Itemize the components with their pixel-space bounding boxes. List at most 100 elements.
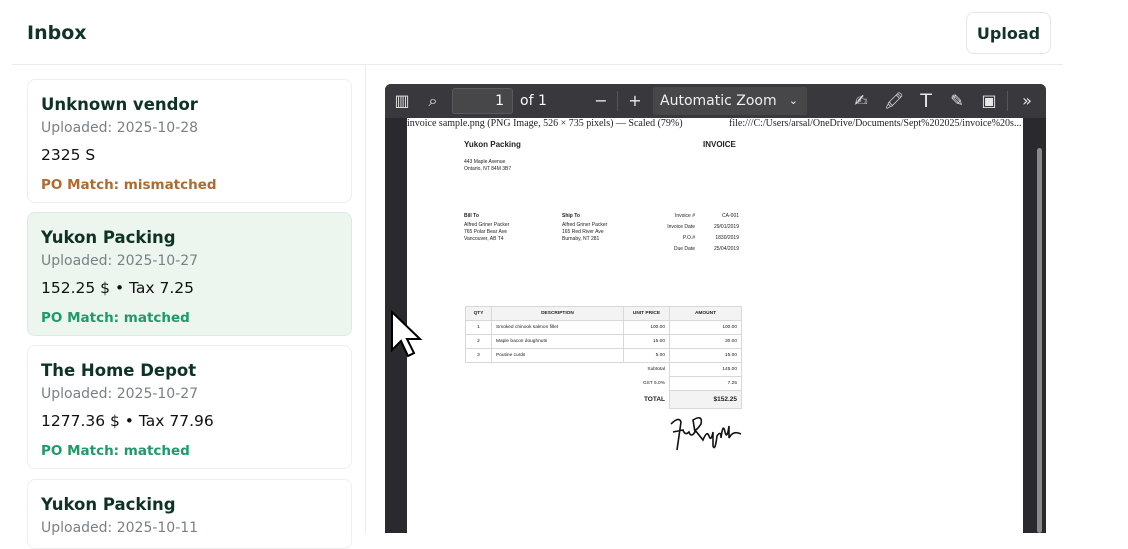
page-count: of 1 [520, 93, 547, 109]
ship-to-label: Ship To [562, 213, 580, 219]
po-match-status: PO Match: mismatched [41, 177, 217, 193]
table-row: GST 5.0% 7.25 [466, 376, 742, 391]
signature-image [670, 416, 742, 451]
table-cell: Smoked chinook salmon fillet [491, 320, 624, 335]
draw-icon[interactable]: ✎ [947, 91, 967, 111]
table-row: Subtotal 145.00 [466, 362, 742, 377]
column-header: QTY [465, 306, 492, 321]
meta-label: Invoice # [674, 213, 695, 219]
address-line: Ontario, NT 84M 3B7 [464, 166, 512, 172]
table-cell: Poutine curds [491, 348, 624, 363]
image-icon[interactable]: ▣ [979, 91, 999, 111]
company-name: Yukon Packing [464, 140, 521, 149]
invoice-card[interactable]: The Home Depot Uploaded: 2025-10-27 1277… [27, 345, 352, 469]
file-title: invoice sample.png (PNG Image, 526 × 735… [407, 118, 683, 129]
meta-label: Invoice Date [667, 224, 695, 230]
table-cell [492, 391, 624, 409]
mouse-cursor-icon [391, 310, 423, 358]
divider [12, 64, 1063, 65]
upload-date: Uploaded: 2025-10-27 [41, 253, 199, 269]
amount: 1277.36 $ • Tax 77.96 [41, 412, 214, 430]
file-url: file:///C:/Users/arsal/OneDrive/Document… [729, 118, 1022, 129]
amount: 2325 S [41, 146, 96, 164]
subtotal-value: 145.00 [669, 362, 742, 377]
more-tools-icon[interactable]: » [1017, 91, 1037, 111]
amount: 152.25 $ • Tax 7.25 [41, 279, 195, 297]
table-cell: 100.00 [669, 320, 742, 335]
table-row: 3 Poutine curds 5.00 15.00 [465, 348, 742, 363]
meta-value: 1830/2019 [715, 235, 739, 241]
po-match-status: PO Match: matched [41, 443, 190, 459]
doc-title: INVOICE [703, 140, 736, 149]
table-cell [492, 377, 624, 391]
meta-label: P.O.# [682, 235, 695, 241]
ship-to-line: Alfred Griner Packer [562, 222, 608, 228]
vendor-name: The Home Depot [41, 361, 197, 380]
bill-to-line: Alfred Griner Packer [464, 222, 510, 228]
meta-value: 25/04/2019 [713, 246, 739, 252]
table-row: 1 Smoked chinook salmon fillet 100.00 100.0… [465, 320, 742, 335]
total-label: TOTAL [643, 396, 665, 403]
table-cell: Maple bacon doughnuts [491, 334, 624, 349]
column-header: AMOUNT [669, 306, 742, 321]
zoom-out-icon[interactable]: − [591, 91, 611, 111]
table-cell [466, 391, 492, 409]
scrollbar[interactable] [1037, 148, 1042, 533]
text-icon[interactable]: T [916, 91, 936, 111]
table-row: 2 Maple bacon doughnuts 15.00 30.00 [465, 334, 742, 349]
po-match-status: PO Match: matched [41, 310, 190, 326]
table-cell: 15.00 [669, 348, 742, 363]
bill-to-line: 765 Polar Bear Ave [464, 229, 507, 235]
file-header-line: invoice sample.png (PNG Image, 526 × 735… [407, 118, 1023, 132]
column-header: DESCRIPTION [491, 306, 624, 321]
zoom-select[interactable]: Automatic Zoom ⌄ [653, 87, 807, 115]
vendor-name: Yukon Packing [41, 228, 176, 247]
page-number-input[interactable]: 1 [452, 88, 513, 114]
upload-date: Uploaded: 2025-10-27 [41, 386, 199, 402]
invoice-card[interactable]: Unknown vendor Uploaded: 2025-10-28 2325… [27, 79, 352, 203]
upload-button[interactable]: Upload [966, 12, 1051, 54]
table-cell: 30.00 [669, 334, 742, 349]
invoice-card[interactable]: Yukon Packing Uploaded: 2025-10-11 [27, 479, 352, 549]
chevron-down-icon: ⌄ [788, 94, 798, 107]
invoice-card-selected[interactable]: Yukon Packing Uploaded: 2025-10-27 152.2… [27, 212, 352, 336]
column-header: UNIT PRICE [623, 306, 670, 321]
table-cell: 15.00 [623, 334, 670, 349]
meta-value: CA-001 [722, 213, 739, 219]
tax-value: 7.25 [669, 376, 742, 391]
pdf-viewer: ▥ ⌕ 1 of 1 − + Automatic Zoom ⌄ ✍ 🖍 T ✎ ▣… [385, 84, 1046, 533]
table-cell [466, 363, 492, 377]
zoom-value: Automatic Zoom [660, 93, 777, 109]
meta-label: Due Date [673, 246, 695, 252]
bill-to-label: Bill To [464, 213, 479, 219]
table-cell: 5.00 [623, 348, 670, 363]
bill-to-line: Vancouver, AB T4 [464, 236, 504, 242]
vendor-name: Unknown vendor [41, 95, 198, 114]
upload-date: Uploaded: 2025-10-28 [41, 120, 199, 136]
subtotal-label: Subtotal [647, 367, 665, 373]
zoom-in-icon[interactable]: + [625, 91, 645, 111]
table-row: QTY DESCRIPTION UNIT PRICE AMOUNT [465, 306, 742, 321]
meta-value: 29/01/2019 [713, 224, 739, 230]
table-cell: 3 [465, 348, 492, 363]
ship-to-line: Burnaby, NT 281 [562, 236, 600, 242]
table-cell: 1 [465, 320, 492, 335]
ship-to-line: 165 Red River Ave [562, 229, 604, 235]
highlight-icon[interactable]: 🖍 [884, 91, 904, 111]
divider [365, 65, 366, 533]
table-cell [492, 363, 624, 377]
search-icon[interactable]: ⌕ [423, 91, 443, 111]
vendor-name: Yukon Packing [41, 495, 176, 514]
tax-label: GST 5.0% [642, 381, 665, 386]
table-row: TOTAL $152.25 [466, 390, 742, 409]
line-items-table: QTY DESCRIPTION UNIT PRICE AMOUNT 1 Smoked c… [465, 306, 742, 409]
table-cell [466, 377, 492, 391]
signature-icon[interactable]: ✍ [851, 91, 871, 111]
table-cell: 100.00 [623, 320, 670, 335]
viewer-toolbar: ▥ ⌕ 1 of 1 − + Automatic Zoom ⌄ ✍ 🖍 T ✎ ▣… [385, 84, 1046, 118]
page-title: Inbox [27, 22, 87, 44]
upload-date: Uploaded: 2025-10-11 [41, 520, 199, 536]
sidebar-toggle-icon[interactable]: ▥ [392, 91, 412, 111]
address-line: 443 Maple Avenue [464, 159, 506, 165]
total-value: $152.25 [669, 390, 742, 409]
